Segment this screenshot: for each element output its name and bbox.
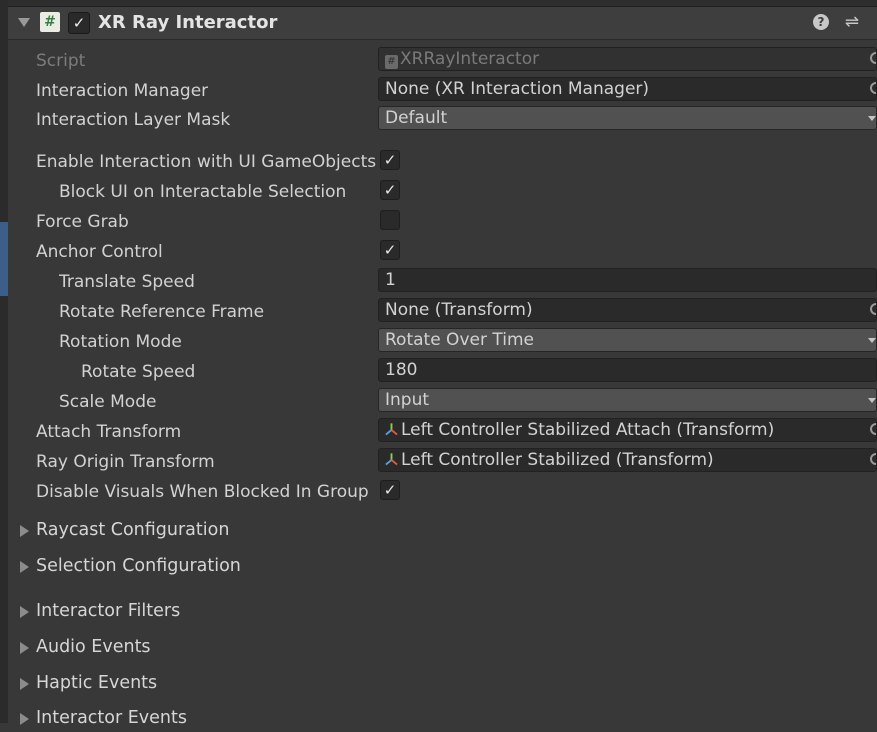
row-enable-ui-interaction: Enable Interaction with UI GameObjects ✓ <box>0 147 877 175</box>
script-label: Script <box>36 51 86 71</box>
section-label: Audio Events <box>36 637 151 657</box>
scale-mode-value: Input <box>385 390 430 410</box>
object-picker-icon[interactable] <box>870 453 876 465</box>
row-ray-origin-transform: Ray Origin Transform Left Controller Sta… <box>0 447 877 475</box>
row-anchor-control: Anchor Control ✓ <box>0 237 877 265</box>
translate-speed-input[interactable]: 1 <box>378 268 877 292</box>
row-translate-speed: Translate Speed 1 <box>0 267 877 295</box>
attach-transform-label: Attach Transform <box>36 422 182 442</box>
object-picker-icon[interactable] <box>870 82 876 94</box>
rotation-mode-value: Rotate Over Time <box>385 330 534 350</box>
enable-ui-interaction-checkbox[interactable]: ✓ <box>380 150 400 170</box>
interaction-manager-label: Interaction Manager <box>36 81 209 101</box>
foldout-collapsed-icon <box>20 525 29 537</box>
script-file-icon: # <box>385 55 398 69</box>
foldout-collapsed-icon <box>20 561 29 573</box>
disable-visuals-label: Disable Visuals When Blocked In Group <box>36 482 369 502</box>
attach-transform-value: Left Controller Stabilized Attach (Trans… <box>401 420 775 440</box>
foldout-collapsed-icon <box>20 642 29 654</box>
component-title: XR Ray Interactor <box>98 12 278 33</box>
section-label: Haptic Events <box>36 673 158 693</box>
translate-speed-label[interactable]: Translate Speed <box>59 272 195 292</box>
rotation-mode-label: Rotation Mode <box>59 332 182 352</box>
scale-mode-dropdown[interactable]: Input <box>378 388 877 412</box>
ray-origin-transform-label: Ray Origin Transform <box>36 452 215 472</box>
script-value: XRRayInteractor <box>400 49 540 69</box>
interaction-manager-value: None (XR Interaction Manager) <box>385 79 650 99</box>
row-attach-transform: Attach Transform Left Controller Stabili… <box>0 417 877 445</box>
rotate-speed-label[interactable]: Rotate Speed <box>81 362 195 382</box>
row-script: Script # XRRayInteractor <box>0 46 877 74</box>
ray-origin-transform-field[interactable]: Left Controller Stabilized (Transform) <box>378 448 877 472</box>
force-grab-label: Force Grab <box>36 212 129 232</box>
row-interaction-manager: Interaction Manager None (XR Interaction… <box>0 76 877 104</box>
dropdown-arrow-icon <box>868 338 876 343</box>
interaction-layer-mask-value: Default <box>385 108 448 128</box>
interaction-layer-mask-dropdown[interactable]: Default <box>378 106 877 130</box>
section-label: Raycast Configuration <box>36 520 230 540</box>
enable-ui-interaction-label: Enable Interaction with UI GameObjects <box>36 152 376 172</box>
foldout-collapsed-icon <box>20 678 29 690</box>
dropdown-arrow-icon <box>868 398 876 403</box>
foldout-expanded-icon[interactable] <box>18 18 30 27</box>
rotate-reference-frame-label: Rotate Reference Frame <box>59 302 265 322</box>
section-interactor-events[interactable]: Interactor Events <box>0 704 877 732</box>
scale-mode-label: Scale Mode <box>59 392 157 412</box>
section-raycast-configuration[interactable]: Raycast Configuration <box>0 516 877 544</box>
foldout-collapsed-icon <box>20 713 29 725</box>
row-block-ui: Block UI on Interactable Selection ✓ <box>0 177 877 205</box>
section-interactor-filters[interactable]: Interactor Filters <box>0 597 877 625</box>
section-label: Selection Configuration <box>36 556 241 576</box>
row-force-grab: Force Grab <box>0 207 877 235</box>
rotation-mode-dropdown[interactable]: Rotate Over Time <box>378 328 877 352</box>
object-picker-icon[interactable] <box>870 303 876 315</box>
disable-visuals-checkbox[interactable]: ✓ <box>380 480 400 500</box>
section-audio-events[interactable]: Audio Events <box>0 633 877 661</box>
row-scale-mode: Scale Mode Input <box>0 387 877 415</box>
section-selection-configuration[interactable]: Selection Configuration <box>0 552 877 580</box>
section-label: Interactor Events <box>36 708 187 728</box>
block-ui-checkbox[interactable]: ✓ <box>380 180 400 200</box>
interaction-manager-field[interactable]: None (XR Interaction Manager) <box>378 77 877 101</box>
rotate-speed-input[interactable]: 180 <box>378 358 877 382</box>
foldout-collapsed-icon <box>20 606 29 618</box>
section-label: Interactor Filters <box>36 601 181 621</box>
interaction-layer-mask-label: Interaction Layer Mask <box>36 110 231 130</box>
csharp-script-icon: # <box>40 12 60 32</box>
rotate-reference-frame-field[interactable]: None (Transform) <box>378 298 877 322</box>
row-rotation-mode: Rotation Mode Rotate Over Time <box>0 327 877 355</box>
force-grab-checkbox[interactable] <box>380 210 400 230</box>
transform-icon <box>385 423 398 436</box>
object-picker-icon <box>870 52 876 64</box>
anchor-control-label: Anchor Control <box>36 242 163 262</box>
rotate-reference-frame-value: None (Transform) <box>385 300 533 320</box>
component-header[interactable]: # ✓ XR Ray Interactor ? ⇌ <box>8 7 877 40</box>
presets-settings-icon[interactable]: ⇌ <box>845 12 859 32</box>
row-rotate-reference-frame: Rotate Reference Frame None (Transform) <box>0 297 877 325</box>
block-ui-label: Block UI on Interactable Selection <box>59 182 347 202</box>
object-picker-icon[interactable] <box>870 423 876 435</box>
row-rotate-speed: Rotate Speed 180 <box>0 357 877 385</box>
script-field: # XRRayInteractor <box>378 47 877 71</box>
help-icon[interactable]: ? <box>813 14 829 30</box>
ray-origin-transform-value: Left Controller Stabilized (Transform) <box>401 450 714 470</box>
section-haptic-events[interactable]: Haptic Events <box>0 669 877 697</box>
anchor-control-checkbox[interactable]: ✓ <box>380 240 400 260</box>
attach-transform-field[interactable]: Left Controller Stabilized Attach (Trans… <box>378 418 877 442</box>
row-interaction-layer-mask: Interaction Layer Mask Default <box>0 105 877 133</box>
dropdown-arrow-icon <box>868 116 876 121</box>
transform-icon <box>385 453 398 466</box>
component-enabled-checkbox[interactable]: ✓ <box>68 12 90 34</box>
component-divider <box>8 0 877 7</box>
row-disable-visuals: Disable Visuals When Blocked In Group ✓ <box>0 477 877 505</box>
